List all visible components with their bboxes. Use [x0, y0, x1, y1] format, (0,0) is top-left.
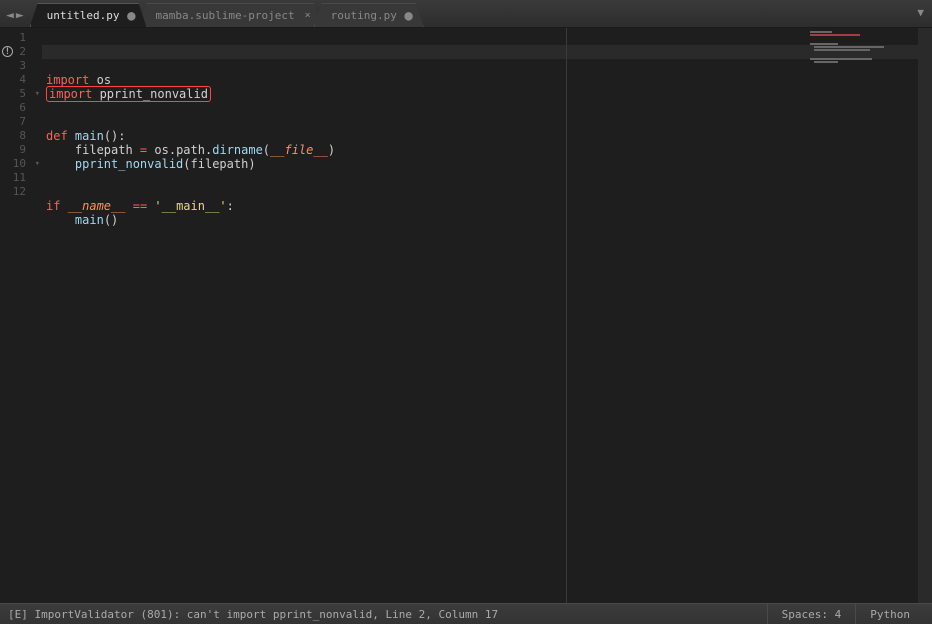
tab-label: mamba.sublime-project — [156, 9, 295, 22]
code-area[interactable]: import osimport pprint_nonvaliddef main(… — [42, 28, 932, 603]
token — [60, 199, 67, 213]
token: ( — [183, 157, 190, 171]
token — [46, 157, 75, 171]
code-line[interactable]: import pprint_nonvalid — [46, 87, 932, 101]
scrollbar-vertical[interactable] — [918, 28, 932, 603]
token: () — [104, 129, 118, 143]
gutter-line[interactable]: 3 — [0, 59, 42, 73]
token — [125, 199, 132, 213]
status-indent[interactable]: Spaces: 4 — [767, 604, 856, 624]
fold-icon[interactable]: ▾ — [35, 157, 40, 171]
tab-label: routing.py — [331, 9, 397, 22]
active-line-highlight — [42, 45, 932, 59]
tab[interactable]: untitled.py ● — [30, 3, 147, 27]
close-icon[interactable]: × — [305, 10, 311, 21]
token: () — [104, 213, 118, 227]
token: dirname — [212, 143, 263, 157]
code-line[interactable] — [46, 115, 932, 129]
gutter-line[interactable]: 8 — [0, 129, 42, 143]
token: def — [46, 129, 68, 143]
token: __name__ — [68, 199, 126, 213]
status-syntax[interactable]: Python — [855, 604, 924, 624]
code-line[interactable]: main() — [46, 213, 932, 227]
token: '__main__' — [154, 199, 226, 213]
fold-icon[interactable]: ▾ — [35, 87, 40, 101]
token: filepath — [191, 157, 249, 171]
token: import — [46, 73, 89, 87]
token: : — [118, 129, 125, 143]
token: if — [46, 199, 60, 213]
token: os — [97, 73, 111, 87]
gutter-line[interactable]: 11 — [0, 171, 42, 185]
gutter-line[interactable]: 7 — [0, 115, 42, 129]
tab-dropdown-icon[interactable]: ▼ — [917, 6, 924, 19]
token: : — [227, 199, 234, 213]
code-line[interactable] — [46, 101, 932, 115]
nav-back-icon[interactable]: ◄ — [6, 8, 14, 23]
token: ) — [248, 157, 255, 171]
titlebar: ◄ ► untitled.py●mamba.sublime-project×ro… — [0, 0, 932, 28]
token — [68, 129, 75, 143]
gutter-line[interactable]: 6 — [0, 101, 42, 115]
gutter-line[interactable]: 9 — [0, 143, 42, 157]
gutter-line[interactable]: 10▾ — [0, 157, 42, 171]
token: path — [176, 143, 205, 157]
token: os — [147, 143, 169, 157]
token: main — [75, 129, 104, 143]
code-line[interactable]: if __name__ == '__main__': — [46, 199, 932, 213]
tab-bar: untitled.py●mamba.sublime-project×routin… — [30, 0, 424, 27]
token: main — [75, 213, 104, 227]
gutter-line[interactable]: 5▾ — [0, 87, 42, 101]
code-line[interactable] — [46, 185, 932, 199]
code-line[interactable] — [46, 171, 932, 185]
dirty-indicator-icon[interactable]: ● — [404, 11, 412, 21]
token: ( — [263, 143, 270, 157]
gutter[interactable]: 12!345▾678910▾1112 — [0, 28, 42, 603]
statusbar: [E] ImportValidator (801): can't import … — [0, 603, 932, 624]
gutter-line[interactable]: 1 — [0, 31, 42, 45]
code-line[interactable]: def main(): — [46, 129, 932, 143]
tab-label: untitled.py — [47, 9, 120, 22]
code-line[interactable]: pprint_nonvalid(filepath) — [46, 157, 932, 171]
tab[interactable]: mamba.sublime-project × — [139, 3, 322, 27]
error-icon[interactable]: ! — [2, 46, 13, 57]
token — [89, 73, 96, 87]
editor[interactable]: 12!345▾678910▾1112 import osimport pprin… — [0, 28, 932, 603]
token: pprint_nonvalid — [75, 157, 183, 171]
tab[interactable]: routing.py ● — [314, 3, 424, 27]
token: . — [169, 143, 176, 157]
nav-forward-icon[interactable]: ► — [16, 8, 24, 23]
code-line[interactable]: filepath = os.path.dirname(__file__) — [46, 143, 932, 157]
token — [46, 213, 75, 227]
ruler — [566, 28, 567, 603]
nav-arrows: ◄ ► — [0, 8, 30, 27]
code-line[interactable] — [46, 227, 932, 241]
token: filepath — [46, 143, 140, 157]
code-line[interactable]: import os — [46, 73, 932, 87]
gutter-line[interactable]: 4 — [0, 73, 42, 87]
token: == — [133, 199, 147, 213]
token: ) — [328, 143, 335, 157]
gutter-line[interactable]: 12 — [0, 185, 42, 199]
status-message[interactable]: [E] ImportValidator (801): can't import … — [8, 608, 767, 621]
gutter-line[interactable]: 2! — [0, 45, 42, 59]
dirty-indicator-icon[interactable]: ● — [127, 11, 135, 21]
error-underline: import pprint_nonvalid — [46, 86, 211, 102]
token: __file__ — [270, 143, 328, 157]
